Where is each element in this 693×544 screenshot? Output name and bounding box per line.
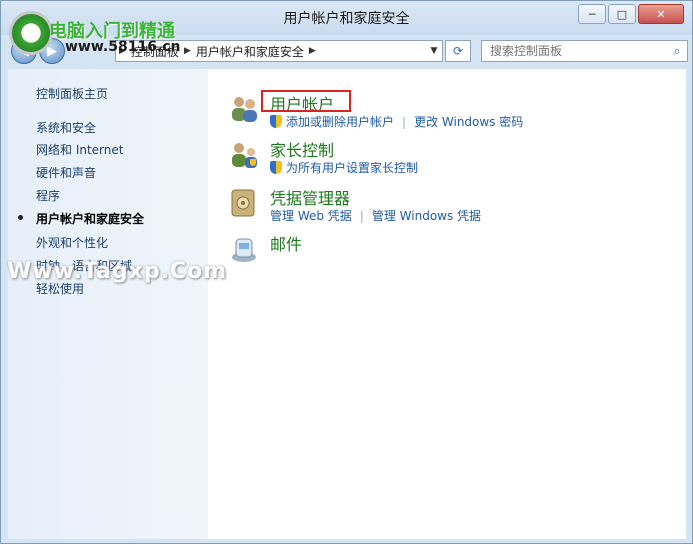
credential-vault-icon — [231, 189, 255, 217]
credential-manager-links: 管理 Web 凭据 | 管理 Windows 凭据 — [270, 207, 481, 224]
set-parental-controls-link[interactable]: 为所有用户设置家长控制 — [286, 159, 418, 176]
link-separator: | — [402, 114, 407, 129]
site-logo-url: www.58116.cn — [65, 39, 181, 55]
watermark-text: Www.Tagxp.Com — [7, 259, 228, 284]
control-panel-window: 用户帐户和家庭安全 ─ □ ✕ ◀ ▶ ▶ 控制面板 ▶ 用户帐户和家庭安全 ▶… — [0, 0, 693, 544]
sidebar-item-home[interactable]: 控制面板主页 — [36, 85, 108, 102]
search-input[interactable] — [488, 43, 667, 59]
sidebar: 控制面板主页 系统和安全 网络和 Internet 硬件和声音 程序 用户帐户和… — [8, 69, 208, 539]
close-button[interactable]: ✕ — [638, 4, 684, 24]
link-separator: | — [359, 208, 364, 223]
sidebar-item-hardware-sound[interactable]: 硬件和声音 — [36, 164, 96, 181]
manage-web-credentials-link[interactable]: 管理 Web 凭据 — [270, 207, 352, 224]
change-windows-password-link[interactable]: 更改 Windows 密码 — [414, 113, 523, 130]
uac-shield-icon — [270, 161, 282, 174]
manage-windows-credentials-link[interactable]: 管理 Windows 凭据 — [372, 207, 481, 224]
breadcrumb-item-current[interactable]: 用户帐户和家庭安全 — [194, 43, 306, 60]
sidebar-item-programs[interactable]: 程序 — [36, 187, 60, 204]
highlight-box — [261, 90, 351, 112]
main-content: 用户帐户 添加或删除用户帐户 | 更改 Windows 密码 家长控制 为所有用… — [208, 69, 686, 539]
breadcrumb-chevron-icon[interactable]: ▶ — [181, 46, 194, 56]
mail-icon — [232, 238, 256, 262]
mail-heading[interactable]: 邮件 — [270, 231, 302, 255]
current-item-bullet — [18, 215, 23, 220]
user-accounts-links: 添加或删除用户帐户 | 更改 Windows 密码 — [270, 113, 523, 130]
refresh-button[interactable]: ⟳ — [445, 40, 471, 62]
parental-controls-links: 为所有用户设置家长控制 — [270, 159, 418, 176]
add-remove-accounts-link[interactable]: 添加或删除用户帐户 — [286, 113, 394, 130]
sidebar-item-system-security[interactable]: 系统和安全 — [36, 119, 96, 136]
sidebar-item-user-accounts[interactable]: 用户帐户和家庭安全 — [36, 210, 144, 227]
parental-controls-heading[interactable]: 家长控制 — [270, 137, 334, 161]
window-controls: ─ □ ✕ — [578, 4, 684, 24]
uac-shield-icon — [270, 115, 282, 128]
sidebar-item-network[interactable]: 网络和 Internet — [36, 141, 123, 158]
maximize-button[interactable]: □ — [608, 4, 636, 24]
parental-control-icon — [232, 143, 257, 168]
search-icon[interactable]: ⌕ — [667, 44, 687, 59]
minimize-button[interactable]: ─ — [578, 4, 606, 24]
breadcrumb-chevron-icon[interactable]: ▶ — [306, 46, 319, 56]
sidebar-item-appearance[interactable]: 外观和个性化 — [36, 234, 108, 251]
refresh-icon: ⟳ — [452, 44, 464, 58]
credential-manager-heading[interactable]: 凭据管理器 — [270, 185, 350, 209]
site-logo-icon — [9, 11, 53, 55]
address-dropdown-icon[interactable]: ▼ — [426, 46, 442, 56]
users-icon — [232, 97, 257, 122]
search-box[interactable]: ⌕ — [481, 40, 688, 62]
